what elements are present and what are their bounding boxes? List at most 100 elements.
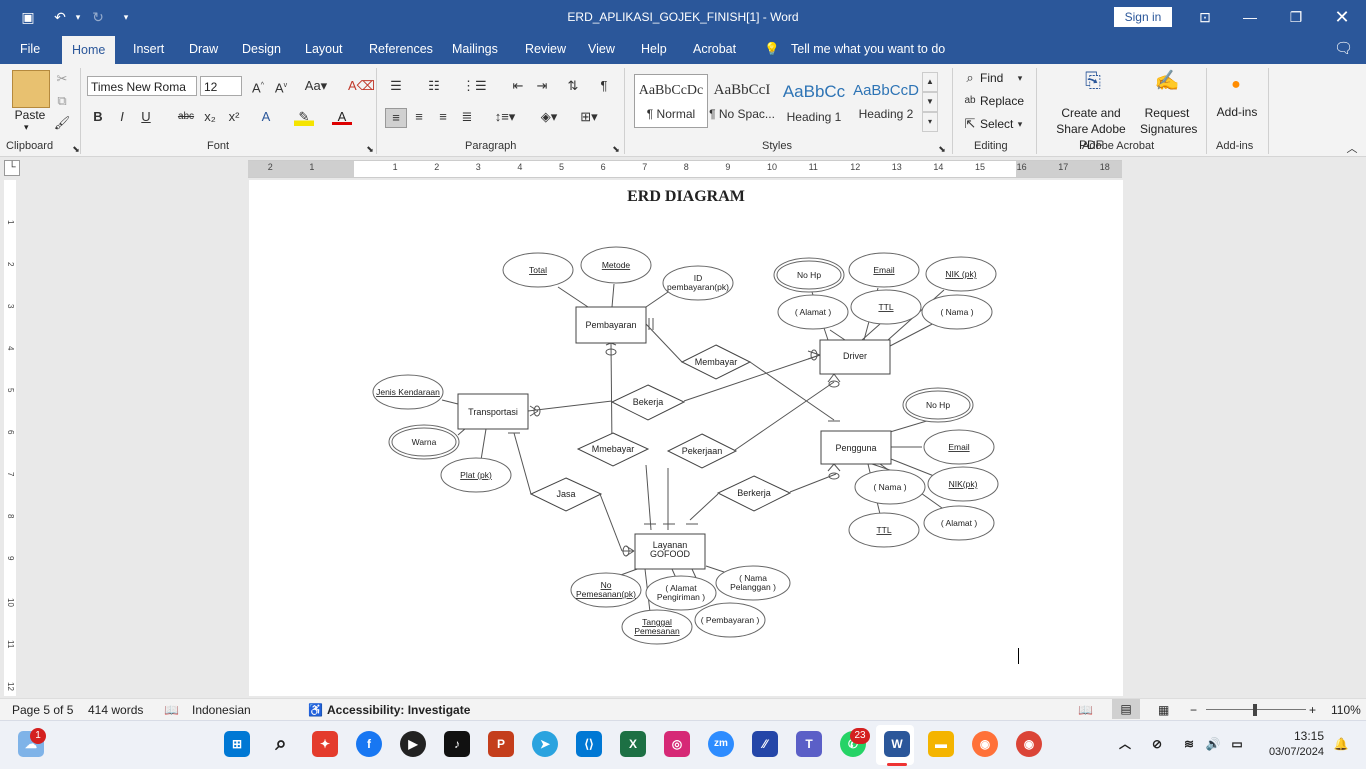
paste-button[interactable]: Paste (10, 108, 50, 122)
align-right-icon[interactable]: ≡ (433, 108, 453, 126)
cloud-off-icon[interactable]: ⊘ (1144, 731, 1170, 757)
shrink-font-icon[interactable]: Av (271, 77, 291, 95)
collapse-ribbon-icon[interactable]: ︿ (1342, 140, 1362, 158)
zoom-level[interactable]: 110% (1331, 703, 1361, 717)
text-effects-icon[interactable]: A (256, 108, 276, 126)
bold-icon[interactable]: B (88, 108, 108, 126)
ribbon-display-icon[interactable]: ⊡ (1185, 4, 1225, 30)
horizontal-ruler[interactable]: 2 1 1 2 3 4 5 6 7 8 9 10 11 12 13 14 15 16 17 18 (248, 160, 1122, 178)
read-mode-icon[interactable]: 📖 (1078, 703, 1093, 717)
tab-selector-icon[interactable]: └ (4, 160, 20, 176)
tab-file[interactable]: File (20, 42, 40, 56)
paste-dropdown-icon[interactable]: ▾ (24, 122, 29, 133)
start-icon[interactable]: ⊞ (224, 731, 250, 757)
tab-design[interactable]: Design (242, 42, 281, 56)
show-formatting-icon[interactable]: ¶ (594, 77, 614, 95)
powerpoint-icon[interactable]: P (488, 731, 514, 757)
grow-font-icon[interactable]: A^ (248, 77, 268, 95)
align-left-icon[interactable]: ≡ (385, 108, 407, 128)
document-page[interactable]: Pembayaran Driver Transportasi Pengguna … (249, 180, 1123, 696)
strikethrough-icon[interactable]: abc (176, 108, 196, 126)
battery-icon[interactable]: ▭ (1224, 731, 1250, 757)
tab-review[interactable]: Review (525, 42, 566, 56)
increase-indent-icon[interactable]: ⇥ (532, 77, 552, 95)
paragraph-launcher-icon[interactable]: ⬊ (606, 140, 626, 158)
instagram-icon[interactable]: ◎ (664, 731, 690, 757)
app-icon[interactable]: ⁄⁄ (752, 731, 778, 757)
tab-home[interactable]: Home (62, 36, 116, 64)
font-name-field[interactable]: Times New Roma (87, 76, 197, 96)
word-count[interactable]: 414 words (88, 703, 143, 717)
show-hidden-icons[interactable]: ︿ (1112, 731, 1138, 757)
zoom-app-icon[interactable]: zm (708, 731, 734, 757)
search-icon[interactable]: ⌕ (268, 731, 294, 757)
multilevel-list-icon[interactable]: ⋮☰ (462, 77, 487, 95)
file-explorer-icon[interactable]: ▬ (928, 731, 954, 757)
word-icon[interactable]: W (884, 731, 910, 757)
underline-icon[interactable]: U (136, 108, 156, 126)
change-case-icon[interactable]: Aa▾ (302, 77, 330, 95)
tab-layout[interactable]: Layout (305, 42, 343, 56)
format-painter-icon[interactable]: 🖌 (52, 114, 72, 132)
add-ins-button[interactable]: Add-ins (1212, 105, 1262, 119)
styles-more-icon[interactable]: ▾ (922, 112, 938, 132)
decrease-indent-icon[interactable]: ⇤ (508, 77, 528, 95)
zoom-out-icon[interactable]: − (1190, 703, 1197, 717)
app-icon[interactable]: ✦ (312, 731, 338, 757)
style-no-spacing[interactable]: AaBbCcI ¶ No Spac... (706, 74, 778, 126)
firefox-icon[interactable]: ◉ (972, 731, 998, 757)
styles-scroll-up-icon[interactable]: ▲ (922, 72, 938, 92)
subscript-icon[interactable]: x₂ (200, 108, 220, 126)
tab-insert[interactable]: Insert (133, 42, 164, 56)
chrome-icon[interactable]: ◉ (1016, 731, 1042, 757)
tab-view[interactable]: View (588, 42, 615, 56)
style-heading-1[interactable]: AaBbCc Heading 1 (778, 74, 850, 126)
numbering-icon[interactable]: ☷ (424, 77, 444, 95)
styles-launcher-icon[interactable]: ⬊ (932, 140, 952, 158)
telegram-icon[interactable]: ➤ (532, 731, 558, 757)
close-icon[interactable]: ✕ (1322, 4, 1362, 30)
vertical-ruler[interactable]: 1 2 3 4 5 6 7 8 9 10 11 12 (4, 180, 16, 696)
clipboard-launcher-icon[interactable]: ⬊ (66, 140, 86, 158)
teams-icon[interactable]: T (796, 731, 822, 757)
font-launcher-icon[interactable]: ⬊ (360, 140, 380, 158)
wifi-icon[interactable]: ≋ (1176, 731, 1202, 757)
sort-icon[interactable]: ⇅ (563, 77, 583, 95)
superscript-icon[interactable]: x² (224, 108, 244, 126)
borders-icon[interactable]: ⊞▾ (574, 108, 604, 126)
select-button[interactable]: Select (980, 117, 1013, 131)
shading-icon[interactable]: ◈▾ (534, 108, 564, 126)
font-size-field[interactable]: 12 (200, 76, 242, 96)
paste-icon[interactable] (12, 70, 50, 108)
language-status[interactable]: Indonesian (192, 703, 251, 717)
media-player-icon[interactable]: ▶ (400, 731, 426, 757)
proofing-icon[interactable]: 📖 (164, 703, 179, 717)
page-count[interactable]: Page 5 of 5 (12, 703, 73, 717)
find-dropdown-icon[interactable]: ▾ (1010, 69, 1030, 87)
find-button[interactable]: Find (980, 71, 1003, 85)
align-center-icon[interactable]: ≡ (409, 108, 429, 126)
style-normal[interactable]: AaBbCcDc ¶ Normal (634, 74, 708, 128)
line-spacing-icon[interactable]: ↕≡▾ (490, 108, 520, 126)
vscode-icon[interactable]: ⟨⟩ (576, 731, 602, 757)
tab-references[interactable]: References (369, 42, 433, 56)
clock-time[interactable]: 13:15 (1262, 729, 1324, 743)
style-heading-2[interactable]: AaBbCcD Heading 2 (850, 74, 922, 126)
facebook-icon[interactable]: f (356, 731, 382, 757)
excel-icon[interactable]: X (620, 731, 646, 757)
volume-icon[interactable]: 🔊 (1200, 731, 1226, 757)
bullets-icon[interactable]: ☰ (386, 77, 406, 95)
font-color-icon[interactable]: A (332, 108, 352, 125)
sign-in-button[interactable]: Sign in (1114, 7, 1172, 27)
restore-icon[interactable]: ❐ (1276, 4, 1316, 30)
clock-date[interactable]: 03/07/2024 (1254, 746, 1324, 758)
justify-icon[interactable]: ≣ (457, 108, 477, 126)
highlight-icon[interactable]: ✎ (294, 108, 314, 126)
print-layout-icon[interactable]: ▤ (1112, 699, 1140, 719)
request-signatures-button[interactable]: Request Signatures (1140, 105, 1197, 137)
comments-icon[interactable]: 🗨 (1334, 39, 1353, 57)
minimize-icon[interactable]: — (1230, 4, 1270, 30)
zoom-slider-thumb[interactable] (1253, 704, 1257, 716)
clear-formatting-icon[interactable]: A⌫ (348, 77, 375, 95)
tab-help[interactable]: Help (641, 42, 667, 56)
